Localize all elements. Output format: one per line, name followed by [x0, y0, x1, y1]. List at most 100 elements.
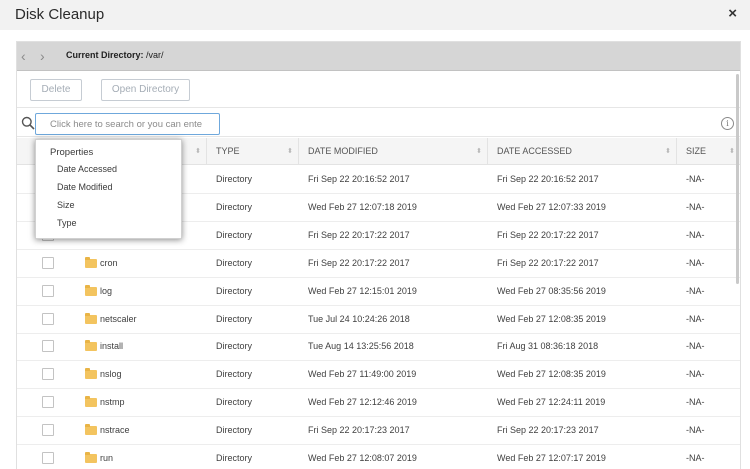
open-directory-button[interactable]: Open Directory [101, 79, 190, 101]
date-modified: Fri Sep 22 20:17:23 2017 [308, 425, 410, 436]
column-header-type-label: TYPE [216, 146, 240, 156]
table-row[interactable]: netscaler Directory Tue Jul 24 10:24:26 20… [17, 306, 740, 334]
date-modified: Wed Feb 27 12:08:07 2019 [308, 453, 417, 463]
row-checkbox[interactable] [42, 312, 54, 325]
date-accessed: Fri Sep 22 20:17:22 2017 [497, 257, 599, 268]
search-icon[interactable] [21, 116, 35, 130]
file-size: -NA- [686, 313, 705, 324]
file-type: Directory [216, 341, 253, 352]
column-header-type[interactable]: TYPE ⬍ [207, 138, 299, 165]
menu-item-date-modified[interactable]: Date Modified [57, 182, 113, 192]
column-header-size-label: SIZE [686, 146, 707, 156]
row-checkbox[interactable] [42, 368, 54, 381]
date-accessed: Fri Sep 22 20:17:22 2017 [497, 229, 599, 240]
file-type: Directory [216, 397, 253, 408]
date-modified: Fri Sep 22 20:17:22 2017 [308, 229, 410, 240]
properties-menu-heading: Properties [50, 147, 94, 158]
current-directory: Current Directory: /var/ [66, 50, 164, 60]
directory-nav-bar: ‹ › Current Directory: /var/ [17, 42, 740, 71]
table-row[interactable]: nstmp Directory Wed Feb 27 12:12:46 2019 We… [17, 389, 740, 418]
date-accessed: Wed Feb 27 12:07:17 2019 [497, 453, 606, 463]
file-name[interactable]: nslog [100, 361, 122, 388]
search-row: i [17, 109, 740, 137]
date-modified: Wed Feb 27 12:07:18 2019 [308, 201, 417, 212]
date-accessed: Wed Feb 27 08:35:56 2019 [497, 285, 606, 296]
file-type: Directory [216, 257, 253, 268]
file-size: -NA- [686, 285, 705, 296]
scrollbar[interactable] [736, 74, 739, 284]
date-accessed: Wed Feb 27 12:24:11 2019 [497, 397, 606, 408]
file-browser-panel: ‹ › Current Directory: /var/ Delete Open… [16, 41, 741, 469]
table-row[interactable]: nstrace Directory Fri Sep 22 20:17:23 2017… [17, 417, 740, 446]
menu-item-type[interactable]: Type [57, 218, 77, 228]
close-icon[interactable]: × [728, 5, 737, 22]
file-type: Directory [216, 285, 253, 296]
date-modified: Fri Sep 22 20:16:52 2017 [308, 174, 410, 184]
current-directory-value: /var/ [143, 50, 164, 60]
date-accessed: Fri Aug 31 08:36:18 2018 [497, 341, 599, 352]
sort-icon[interactable]: ⬍ [476, 138, 482, 165]
file-size: -NA- [686, 341, 705, 352]
table-row[interactable]: log Directory Wed Feb 27 12:15:01 2019 Wed … [17, 278, 740, 306]
date-modified: Tue Jul 24 10:24:26 2018 [308, 313, 410, 324]
row-checkbox[interactable] [42, 396, 54, 409]
folder-icon [85, 424, 97, 436]
file-name[interactable]: log [100, 278, 112, 305]
column-header-size[interactable]: SIZE ⬍ [677, 138, 740, 165]
file-size: -NA- [686, 369, 705, 380]
table-row[interactable]: nslog Directory Wed Feb 27 11:49:00 2019 We… [17, 361, 740, 390]
file-name[interactable]: netscaler [100, 306, 137, 333]
sort-icon[interactable]: ⬍ [665, 138, 671, 165]
file-name[interactable]: run [100, 445, 113, 469]
sort-icon[interactable]: ⬍ [287, 138, 293, 165]
properties-menu: Properties Date Accessed Date Modified S… [35, 139, 182, 239]
date-modified: Wed Feb 27 11:49:00 2019 [308, 369, 417, 380]
folder-icon [85, 312, 97, 324]
file-type: Directory [216, 425, 253, 436]
folder-icon [85, 284, 97, 296]
file-size: -NA- [686, 425, 705, 436]
file-type: Directory [216, 369, 253, 380]
column-header-modified[interactable]: DATE MODIFIED ⬍ [299, 138, 488, 165]
file-type: Directory [216, 313, 253, 324]
file-type: Directory [216, 201, 253, 212]
title-bar: Disk Cleanup × [0, 0, 750, 30]
date-accessed: Wed Feb 27 12:08:35 2019 [497, 369, 606, 380]
file-name[interactable]: install [100, 333, 123, 360]
row-checkbox[interactable] [42, 452, 54, 464]
folder-icon [85, 368, 97, 380]
file-name[interactable]: nstmp [100, 389, 125, 416]
menu-item-date-accessed[interactable]: Date Accessed [57, 164, 117, 174]
column-header-modified-label: DATE MODIFIED [308, 146, 378, 156]
file-type: Directory [216, 229, 253, 240]
sort-icon[interactable]: ⬍ [195, 138, 201, 165]
delete-button[interactable]: Delete [30, 79, 82, 101]
date-modified: Fri Sep 22 20:17:22 2017 [308, 257, 410, 268]
info-icon[interactable]: i [721, 117, 734, 130]
chevron-left-icon[interactable]: ‹ [21, 48, 26, 64]
search-input[interactable] [35, 113, 220, 135]
table-row[interactable]: install Directory Tue Aug 14 13:25:56 2018… [17, 333, 740, 362]
column-header-accessed[interactable]: DATE ACCESSED ⬍ [488, 138, 677, 165]
folder-icon [85, 256, 97, 268]
date-modified: Wed Feb 27 12:15:01 2019 [308, 285, 417, 296]
row-checkbox[interactable] [42, 284, 54, 297]
file-size: -NA- [686, 397, 705, 408]
file-name[interactable]: nstrace [100, 417, 130, 444]
date-accessed: Wed Feb 27 12:07:33 2019 [497, 201, 606, 212]
file-type: Directory [216, 453, 253, 463]
row-checkbox[interactable] [42, 340, 54, 353]
table-row[interactable]: run Directory Wed Feb 27 12:08:07 2019 Wed … [17, 445, 740, 469]
sort-icon[interactable]: ⬍ [729, 138, 735, 165]
menu-item-size[interactable]: Size [57, 200, 75, 210]
file-type: Directory [216, 174, 253, 184]
row-checkbox[interactable] [42, 256, 54, 269]
file-name[interactable]: cron [100, 250, 118, 277]
row-checkbox[interactable] [42, 424, 54, 437]
table-row[interactable]: cron Directory Fri Sep 22 20:17:22 2017 Fri… [17, 250, 740, 278]
file-size: -NA- [686, 174, 705, 184]
file-size: -NA- [686, 453, 705, 463]
date-modified: Wed Feb 27 12:12:46 2019 [308, 397, 417, 408]
chevron-right-icon[interactable]: › [40, 48, 45, 64]
folder-icon [85, 396, 97, 408]
